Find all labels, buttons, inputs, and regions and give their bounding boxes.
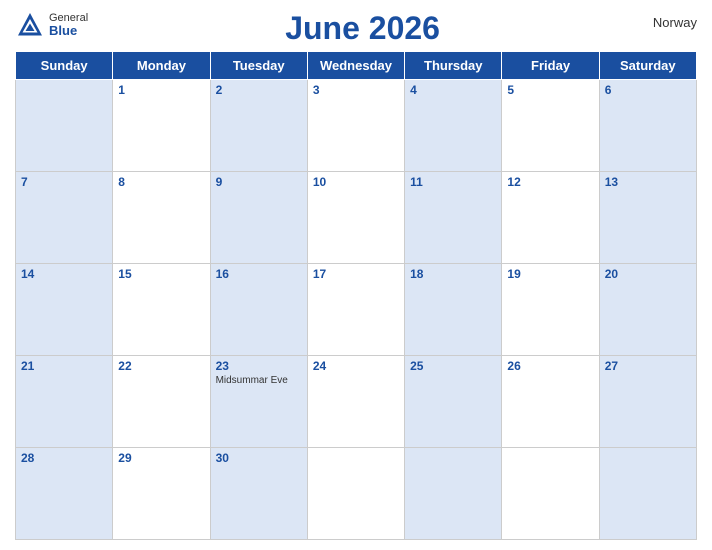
- calendar-cell: [307, 448, 404, 540]
- calendar-cell: 1: [113, 80, 210, 172]
- calendar-cell: 8: [113, 172, 210, 264]
- day-number: 10: [313, 175, 399, 189]
- weekday-header-sunday: Sunday: [16, 52, 113, 80]
- calendar-cell: [405, 448, 502, 540]
- calendar-cell: 9: [210, 172, 307, 264]
- event-label: Midsummar Eve: [216, 375, 302, 386]
- day-number: 7: [21, 175, 107, 189]
- title-area: June 2026: [88, 10, 637, 47]
- day-number: 11: [410, 175, 496, 189]
- logo-icon: [15, 10, 45, 40]
- week-row-1: 123456: [16, 80, 697, 172]
- day-number: 24: [313, 359, 399, 373]
- calendar-cell: 15: [113, 264, 210, 356]
- calendar-cell: 21: [16, 356, 113, 448]
- day-number: 4: [410, 83, 496, 97]
- calendar-cell: 6: [599, 80, 696, 172]
- day-number: 13: [605, 175, 691, 189]
- day-number: 6: [605, 83, 691, 97]
- calendar-cell: 19: [502, 264, 599, 356]
- calendar-cell: 18: [405, 264, 502, 356]
- day-number: 29: [118, 451, 204, 465]
- calendar-header: General Blue June 2026 Norway: [15, 10, 697, 47]
- weekday-header-wednesday: Wednesday: [307, 52, 404, 80]
- day-number: 9: [216, 175, 302, 189]
- day-number: 17: [313, 267, 399, 281]
- calendar-cell: 17: [307, 264, 404, 356]
- day-number: 18: [410, 267, 496, 281]
- calendar-cell: 5: [502, 80, 599, 172]
- day-number: 12: [507, 175, 593, 189]
- day-number: 19: [507, 267, 593, 281]
- calendar-cell: 28: [16, 448, 113, 540]
- calendar-cell: [502, 448, 599, 540]
- calendar-cell: 26: [502, 356, 599, 448]
- day-number: 3: [313, 83, 399, 97]
- calendar-cell: 10: [307, 172, 404, 264]
- logo: General Blue: [15, 10, 88, 40]
- logo-blue-text: Blue: [49, 24, 88, 38]
- calendar-cell: 3: [307, 80, 404, 172]
- weekday-header-monday: Monday: [113, 52, 210, 80]
- day-number: 16: [216, 267, 302, 281]
- weekday-header-thursday: Thursday: [405, 52, 502, 80]
- day-number: 28: [21, 451, 107, 465]
- day-number: 5: [507, 83, 593, 97]
- calendar-table: SundayMondayTuesdayWednesdayThursdayFrid…: [15, 51, 697, 540]
- calendar-cell: 30: [210, 448, 307, 540]
- calendar-cell: 13: [599, 172, 696, 264]
- calendar-cell: 11: [405, 172, 502, 264]
- day-number: 23: [216, 359, 302, 373]
- calendar-cell: 7: [16, 172, 113, 264]
- calendar-cell: [599, 448, 696, 540]
- week-row-3: 14 15 16 17 18 19 20: [16, 264, 697, 356]
- day-number: 22: [118, 359, 204, 373]
- day-number: 30: [216, 451, 302, 465]
- weekday-header-row: SundayMondayTuesdayWednesdayThursdayFrid…: [16, 52, 697, 80]
- day-number: 27: [605, 359, 691, 373]
- calendar-cell: 25: [405, 356, 502, 448]
- calendar-cell: 14: [16, 264, 113, 356]
- day-number: 2: [216, 83, 302, 97]
- day-number: 15: [118, 267, 204, 281]
- calendar-title: June 2026: [88, 10, 637, 47]
- day-number: 8: [118, 175, 204, 189]
- calendar-cell: 2: [210, 80, 307, 172]
- day-number: 1: [118, 83, 204, 97]
- weekday-header-tuesday: Tuesday: [210, 52, 307, 80]
- calendar-cell: 4: [405, 80, 502, 172]
- week-row-2: 789 10 11 12 13: [16, 172, 697, 264]
- weekday-header-saturday: Saturday: [599, 52, 696, 80]
- calendar-cell: 12: [502, 172, 599, 264]
- day-number: 14: [21, 267, 107, 281]
- calendar-cell: 24: [307, 356, 404, 448]
- calendar-cell: 29: [113, 448, 210, 540]
- calendar-cell: 27: [599, 356, 696, 448]
- week-row-4: 21 22 23 Midsummar Eve 24 25 26 27: [16, 356, 697, 448]
- week-row-5: 28 29 30: [16, 448, 697, 540]
- weekday-header-friday: Friday: [502, 52, 599, 80]
- day-number: 21: [21, 359, 107, 373]
- calendar-cell: 16: [210, 264, 307, 356]
- calendar-cell: 20: [599, 264, 696, 356]
- calendar-cell: 23 Midsummar Eve: [210, 356, 307, 448]
- day-number: 20: [605, 267, 691, 281]
- day-number: 26: [507, 359, 593, 373]
- day-number: 25: [410, 359, 496, 373]
- calendar-cell: [16, 80, 113, 172]
- country-label: Norway: [637, 10, 697, 30]
- calendar-cell: 22: [113, 356, 210, 448]
